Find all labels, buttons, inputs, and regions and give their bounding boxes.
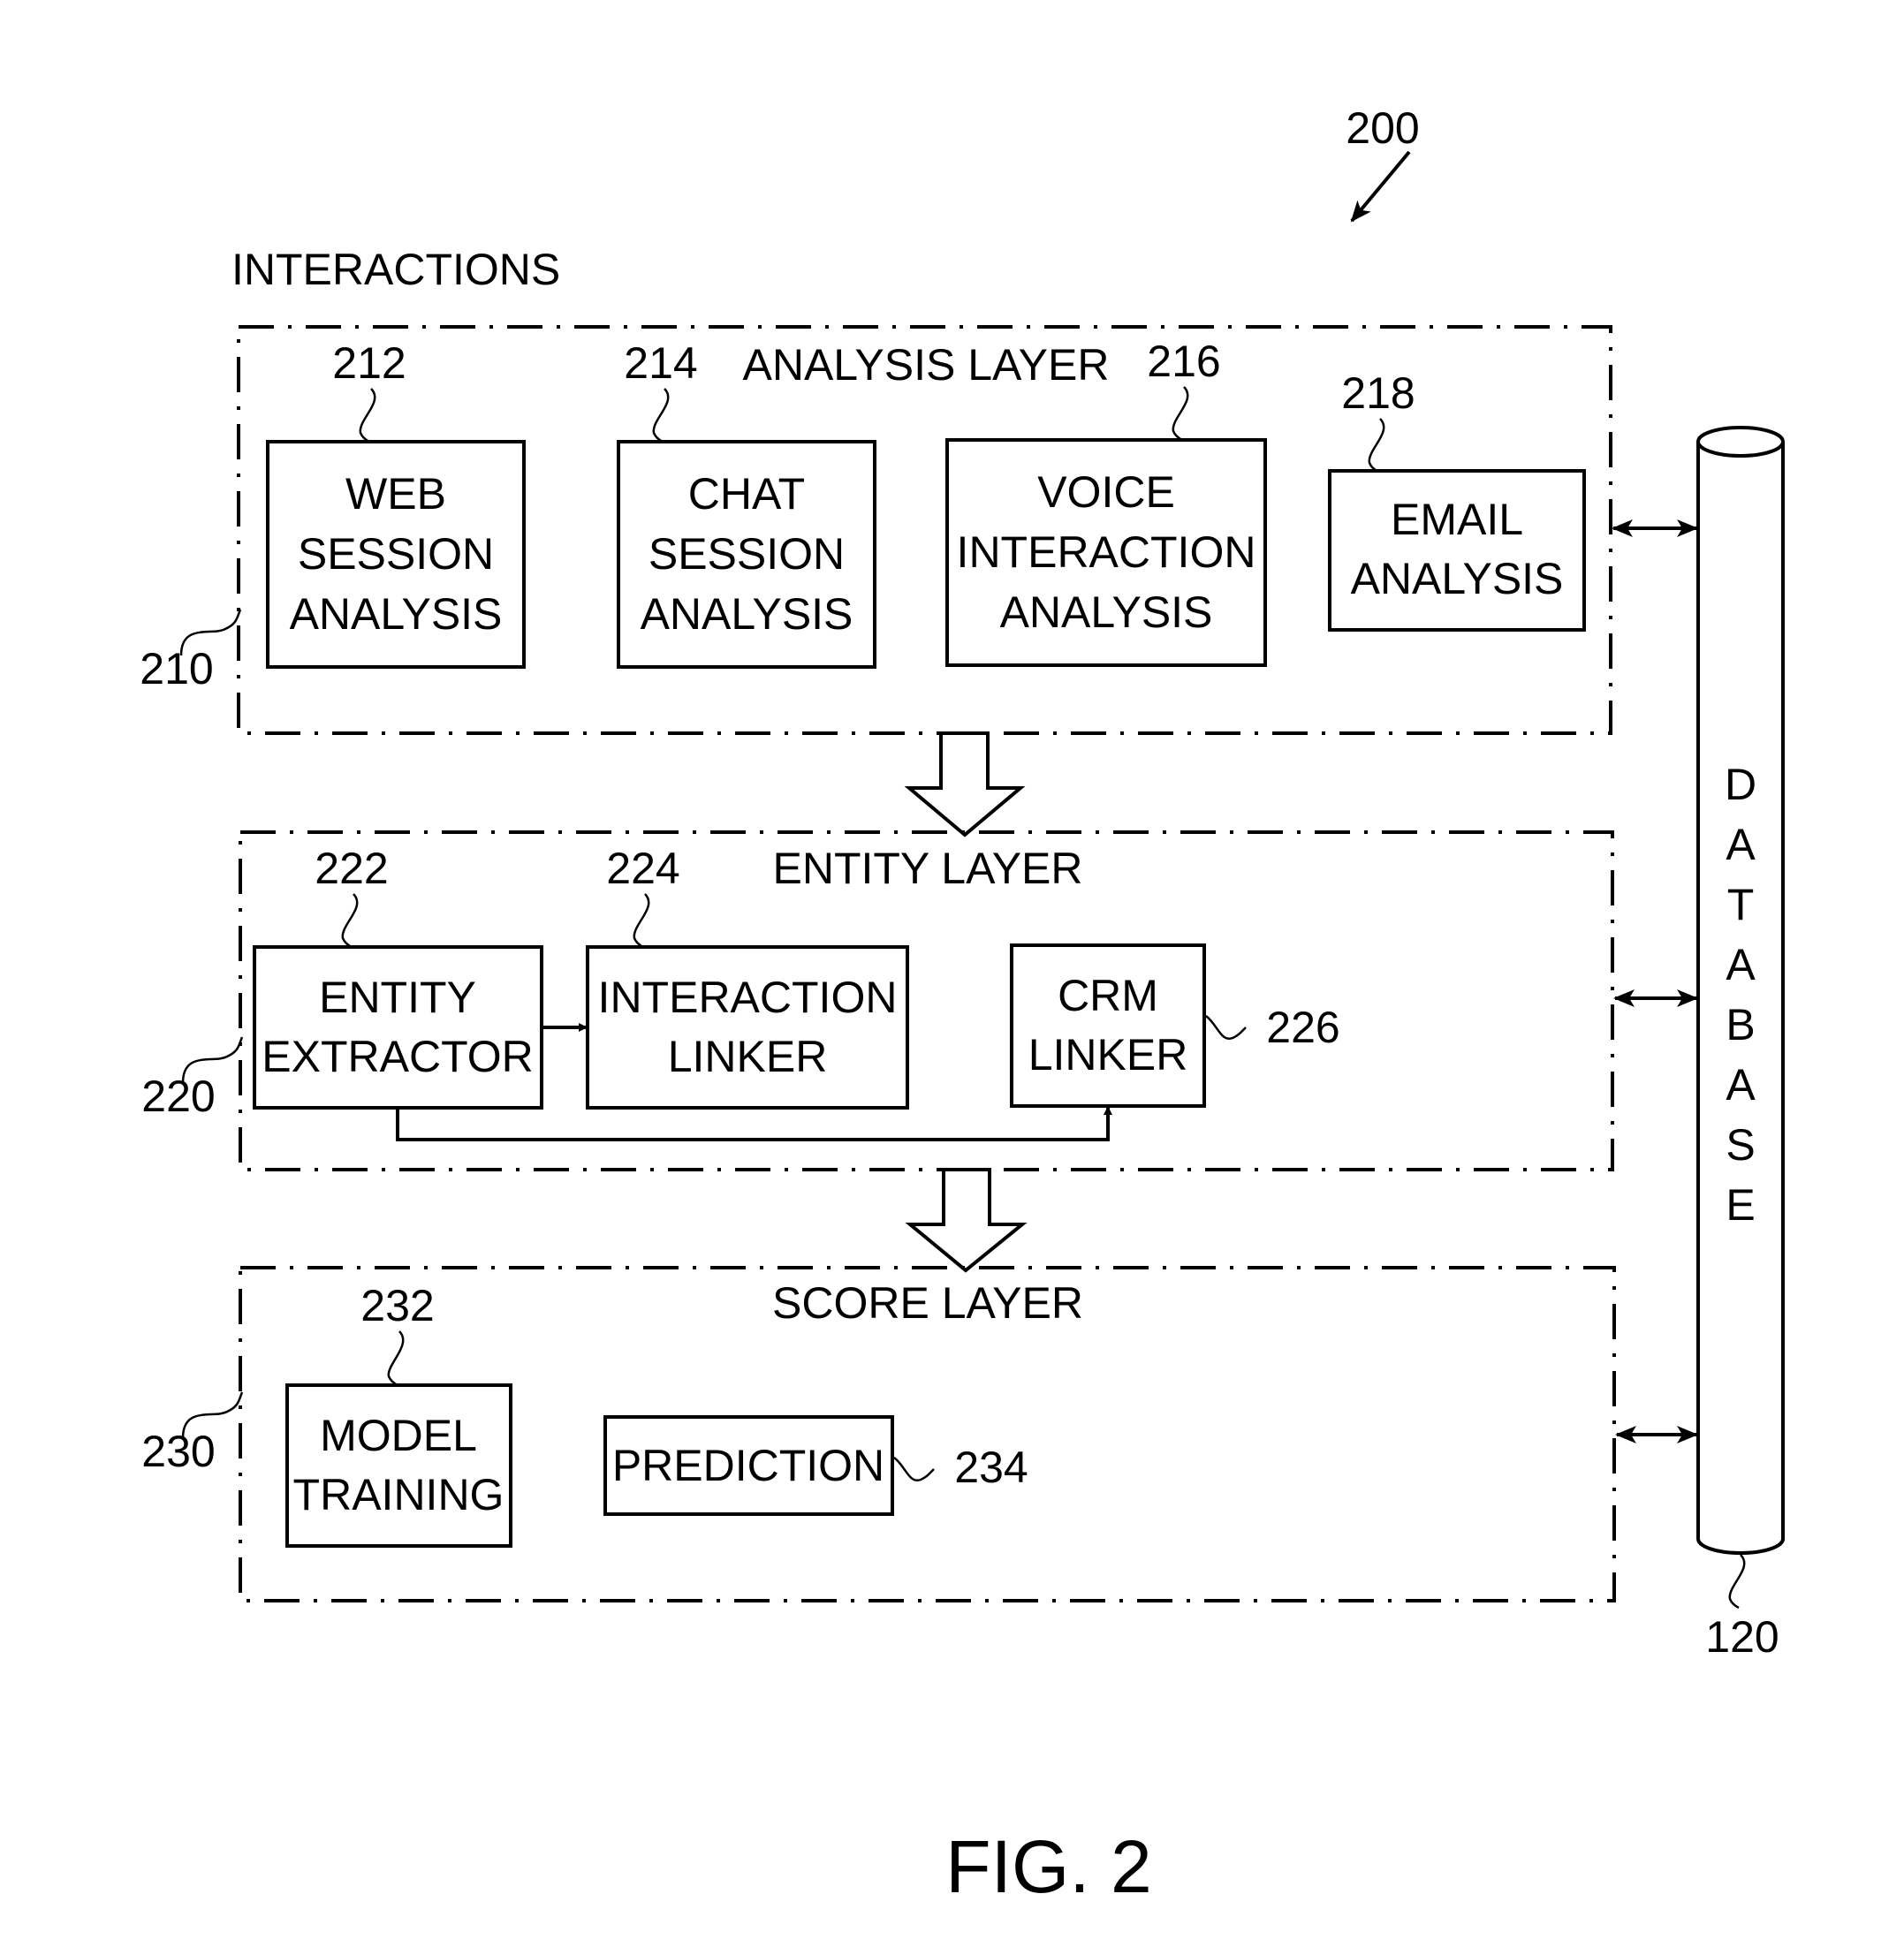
box-line: MODEL [320,1411,477,1460]
voice-interaction-analysis-box[interactable]: VOICE INTERACTION ANALYSIS [945,438,1267,667]
component-ref-224: 224 [606,844,679,893]
box-line: LINKER [668,1032,828,1081]
box-line: WEB [345,469,446,519]
database-letter: B [1726,1000,1755,1049]
connector-extractor-to-crm-linker [396,1106,1112,1141]
box-line: ANALYSIS [290,589,503,639]
entity-layer: ENTITY LAYER 220 222 ENTITY EXTRACTOR 22… [141,830,1614,1171]
flow-arrow-analysis-to-entity [904,731,1026,837]
figure-caption: FIG. 2 [945,1825,1151,1908]
database-top [1696,426,1785,458]
flow-arrow-entity-to-score [905,1168,1028,1273]
leader-214 [652,388,670,443]
database-body [1696,442,1785,1555]
database-letter: A [1726,820,1756,869]
entity-layer-title: ENTITY LAYER [772,844,1082,893]
component-ref-212: 212 [332,338,406,388]
database-letter: S [1726,1120,1755,1170]
database-letter: T [1727,880,1755,929]
crm-linker-box[interactable]: CRM LINKER [1010,943,1206,1108]
component-ref-218: 218 [1341,368,1415,418]
component-ref-222: 222 [315,844,388,893]
leader-216 [1172,386,1189,442]
score-layer-title: SCORE LAYER [772,1278,1083,1328]
box-line: ANALYSIS [1000,587,1213,637]
component-ref-232: 232 [360,1281,434,1330]
leader-224 [633,893,650,949]
box-line: EXTRACTOR [262,1032,533,1081]
leader-212 [359,388,376,443]
database-cylinder[interactable]: DATABASE [1696,426,1785,1555]
leader-222 [341,893,359,949]
box-line: INTERACTION [598,973,898,1022]
box-line: INTERACTION [957,527,1256,577]
score-layer-ref: 230 [141,1427,215,1476]
component-ref-226: 226 [1266,1003,1339,1052]
architecture-diagram: 200 INTERACTIONS ANALYSIS LAYER 210 212 … [140,103,1785,1908]
box-line: VOICE [1037,467,1175,517]
analysis-layer-ref: 210 [140,644,213,693]
database-ref: 120 [1705,1612,1779,1662]
figure-ref-arrow [1350,150,1411,223]
leader-226 [1205,1015,1247,1041]
box-line: CRM [1058,971,1158,1020]
box-line: EMAIL [1391,495,1523,544]
prediction-box[interactable]: PREDICTION [603,1415,894,1516]
leader-234 [893,1457,935,1482]
box-line: ENTITY [319,973,476,1022]
figure-ref-200: 200 [1346,103,1419,153]
score-layer: SCORE LAYER 230 232 MODEL TRAINING PREDI… [141,1266,1616,1602]
box-line: ANALYSIS [1351,554,1564,603]
component-ref-214: 214 [624,338,697,388]
leader-218 [1368,418,1385,473]
interactions-label: INTERACTIONS [231,245,560,294]
database-letter: E [1726,1180,1755,1230]
database-letter: A [1726,1060,1756,1110]
chat-session-analysis-box[interactable]: CHAT SESSION ANALYSIS [617,440,876,669]
leader-232 [387,1330,405,1387]
box-line: PREDICTION [612,1441,884,1490]
leader-120 [1728,1554,1746,1610]
box-line: SESSION [649,529,845,579]
box-line: ANALYSIS [641,589,853,639]
analysis-layer-title: ANALYSIS LAYER [743,340,1110,390]
component-ref-216: 216 [1147,337,1220,386]
email-analysis-box[interactable]: EMAIL ANALYSIS [1328,469,1586,632]
entity-extractor-box[interactable]: ENTITY EXTRACTOR [253,945,543,1110]
web-session-analysis-box[interactable]: WEB SESSION ANALYSIS [266,440,526,669]
box-line: SESSION [298,529,494,579]
database-letter: D [1725,760,1756,809]
component-ref-234: 234 [954,1443,1028,1492]
box-line: TRAINING [293,1470,504,1519]
interaction-linker-box[interactable]: INTERACTION LINKER [586,945,909,1110]
box-line: CHAT [688,469,805,519]
entity-layer-ref: 220 [141,1072,215,1121]
box-line: LINKER [1028,1030,1188,1080]
analysis-layer: ANALYSIS LAYER 210 212 WEB SESSION ANALY… [140,325,1612,735]
model-training-box[interactable]: MODEL TRAINING [285,1383,512,1548]
database-letter: A [1726,940,1756,989]
